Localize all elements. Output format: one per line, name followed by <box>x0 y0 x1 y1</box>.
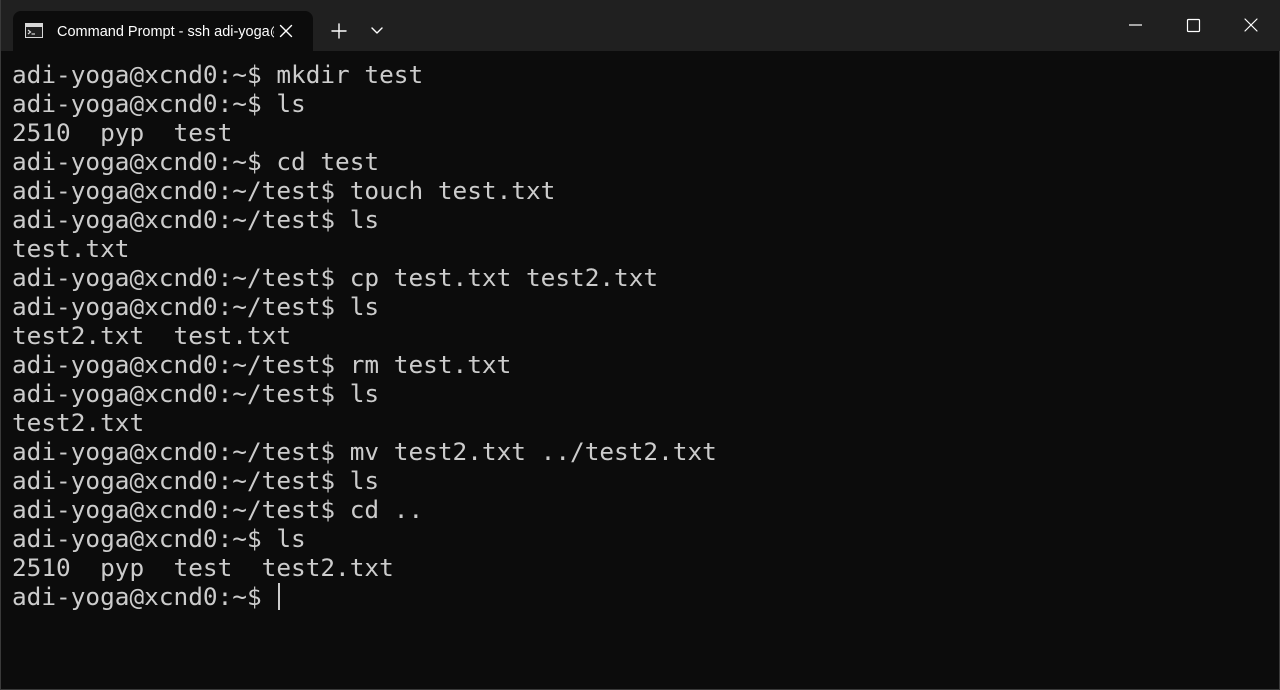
terminal-output[interactable]: adi-yoga@xcnd0:~$ mkdir test adi-yoga@xc… <box>12 60 1267 680</box>
terminal-line: adi-yoga@xcnd0:~$ cd test <box>12 147 380 176</box>
terminal-line: 2510 pyp test test2.txt <box>12 553 394 582</box>
tab-dropdown-button[interactable] <box>361 15 393 47</box>
terminal-line: test2.txt <box>12 408 145 437</box>
terminal-line: test.txt <box>12 234 130 263</box>
terminal-line: adi-yoga@xcnd0:~/test$ touch test.txt <box>12 176 556 205</box>
close-tab-icon[interactable] <box>277 22 295 40</box>
terminal-line: adi-yoga@xcnd0:~$ ls <box>12 89 306 118</box>
terminal-line: adi-yoga@xcnd0:~$ ls <box>12 524 306 553</box>
close-window-button[interactable] <box>1222 0 1280 51</box>
terminal-line: adi-yoga@xcnd0:~/test$ mv test2.txt ../t… <box>12 437 717 466</box>
terminal-line: 2510 pyp test <box>12 118 233 147</box>
current-prompt-line[interactable]: adi-yoga@xcnd0:~$ <box>12 582 1267 611</box>
text-cursor <box>277 583 280 610</box>
terminal-line: adi-yoga@xcnd0:~/test$ cd .. <box>12 495 424 524</box>
tab-command-prompt[interactable]: Command Prompt - ssh adi-yoga@xcnd0 <box>13 11 313 51</box>
title-bar: Command Prompt - ssh adi-yoga@xcnd0 <box>1 0 1280 51</box>
terminal-line: adi-yoga@xcnd0:~/test$ ls <box>12 205 380 234</box>
maximize-button[interactable] <box>1164 0 1222 51</box>
current-prompt: adi-yoga@xcnd0:~$ <box>12 582 262 611</box>
terminal-line: adi-yoga@xcnd0:~/test$ cp test.txt test2… <box>12 263 659 292</box>
terminal-line: adi-yoga@xcnd0:~$ mkdir test <box>12 60 424 89</box>
terminal-line: adi-yoga@xcnd0:~/test$ ls <box>12 292 380 321</box>
terminal-line: adi-yoga@xcnd0:~/test$ ls <box>12 379 380 408</box>
terminal-window: Command Prompt - ssh adi-yoga@xcnd0 <box>0 0 1280 690</box>
minimize-button[interactable] <box>1106 0 1164 51</box>
terminal-line: adi-yoga@xcnd0:~/test$ rm test.txt <box>12 350 512 379</box>
terminal-line: adi-yoga@xcnd0:~/test$ ls <box>12 466 380 495</box>
terminal-line: test2.txt test.txt <box>12 321 292 350</box>
terminal-icon <box>25 23 43 38</box>
new-tab-button[interactable] <box>321 15 357 47</box>
tab-title: Command Prompt - ssh adi-yoga@xcnd0 <box>57 24 274 40</box>
